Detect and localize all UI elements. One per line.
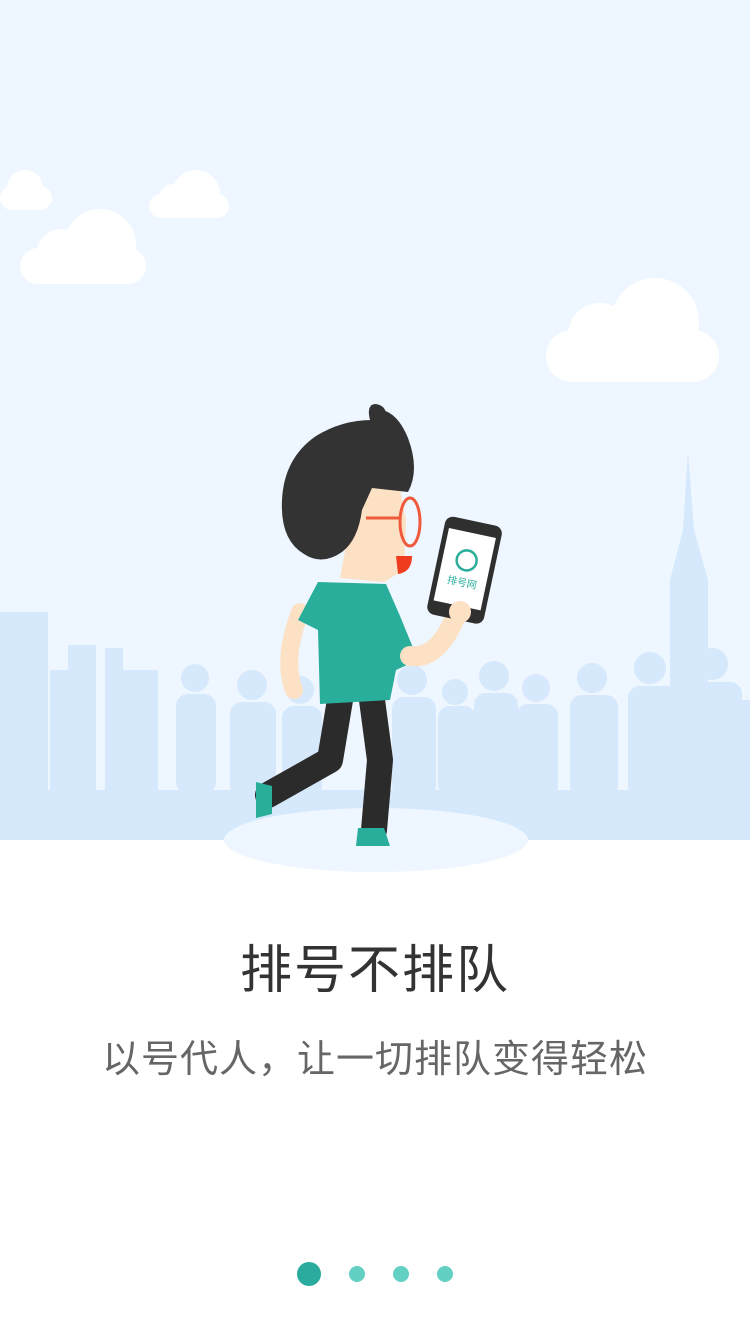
- page-dot-3[interactable]: [393, 1266, 409, 1282]
- page-title: 排号不排队: [239, 941, 510, 1001]
- illustration-svg: 排号网: [0, 0, 750, 872]
- page-subtitle: 以号代人，让一切排队变得轻松: [101, 1037, 648, 1081]
- page-dot-1[interactable]: [297, 1262, 321, 1286]
- page-dot-4[interactable]: [437, 1266, 453, 1282]
- page-indicator: [0, 1262, 750, 1286]
- page-dot-2[interactable]: [349, 1266, 365, 1282]
- onboarding-screen: 排号网 排号不排队 以号代人，让一切排队变得轻松: [0, 0, 750, 1334]
- hero-illustration: 排号网: [0, 0, 750, 900]
